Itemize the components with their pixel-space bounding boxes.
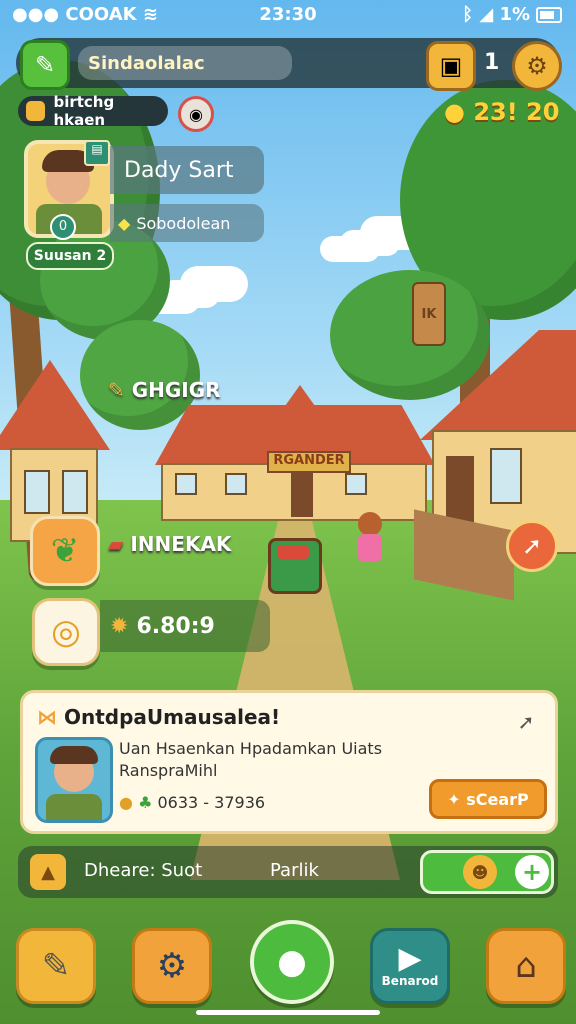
gear-icon[interactable]: ⚙ [512,41,562,91]
bluetooth-icon: ᛒ [462,4,474,25]
wrench-icon: ✎ [108,378,125,402]
gear-gold-icon: ✹ [110,613,129,639]
hanging-sign: IK [412,282,446,346]
shop-button[interactable]: ⌂ [486,928,566,1004]
gold-counter: ● 23! 20 [444,98,560,126]
claim-button[interactable]: ✦ sCearP [429,779,547,819]
level-pill: Suusan 2 [26,242,114,270]
map-marker-icon[interactable]: ➚ [506,520,558,572]
house-banner: RGANDER [267,451,351,473]
quest-label[interactable]: ▰ INNEKAK [108,532,231,556]
chest-icon[interactable]: ▣ [426,41,476,91]
play-icon: ▶ [398,941,422,976]
player-tag[interactable]: birtchg hkaen [18,93,168,129]
cloud [340,230,400,256]
sparkle-icon: ✦ [447,789,461,809]
arrow-icon[interactable]: ➚ [513,709,539,735]
bell-icon[interactable]: ▲ [30,854,66,890]
bow-icon: ⋈ [37,705,57,729]
wrench-icon[interactable]: ✎ [20,40,70,90]
notice-line1: Uan Hsaenkan Hpadamkan Uiats [119,739,383,758]
diamond-icon: ◆ [118,213,131,233]
tag-icon [26,101,46,121]
quick-right-label: Parlik [270,860,319,881]
play-button[interactable]: ▶ Benarod [370,928,450,1004]
coin-button[interactable]: ◎ [32,598,100,666]
avatar-level-badge: 0 [50,214,76,240]
compass-icon[interactable]: ◉ [178,96,214,132]
add-bar[interactable]: ☻ + [420,850,554,894]
player-name-panel: Dady Sart [110,146,264,194]
home-indicator [196,1010,380,1015]
tree-foliage [80,320,200,430]
player-subtitle-panel: ◆ Sobodolean [110,204,264,242]
notice-line2: RanspraMihl [119,761,218,780]
tree-foliage [330,270,490,400]
top-bar: ✎ Sindaolalac ▣ 1 ⚙ [16,38,562,91]
battery-icon [536,7,562,23]
pet-icon: ☻ [463,855,497,889]
green-vehicle[interactable] [268,538,322,594]
plant-button[interactable]: ❦ [30,516,100,586]
status-bar: ●●● COOAK ≋ 23:30 ᛒ ◢ 1% [0,0,576,30]
tools-button[interactable]: ✎ [16,928,96,1004]
villager-character[interactable] [352,512,388,564]
notice-value: ● ♣ 0633 - 37936 [119,793,266,812]
notice-title: ⋈ OntdpaUmausalea! [37,705,281,729]
avatar-badge: ▤ [84,140,110,166]
status-right: ᛒ ◢ 1% [462,4,562,25]
plus-icon[interactable]: + [515,855,549,889]
quick-bar: ▲ Dheare: Suot Parlik ☻ + [18,846,558,898]
battery-percent: 1% [499,4,530,25]
play-label: Benarod [381,974,439,988]
inventory-count: 1 [484,50,500,75]
coin-icon: ● [119,793,133,812]
chat-button[interactable]: ● [250,920,334,1004]
notice-avatar [35,737,113,823]
notice-card: ⋈ OntdpaUmausalea! ➚ Uan Hsaenkan Hpadam… [20,690,558,834]
search-field[interactable]: Sindaolalac [78,46,292,80]
quick-left-label: Dheare: Suot [84,860,203,881]
settings-button[interactable]: ⚙ [132,928,212,1004]
score-panel: ✹ 6.80:9 [100,600,270,652]
clover-icon: ♣ [138,793,153,812]
acorn-icon: ● [444,98,465,126]
sign-label[interactable]: ✎ GHGIGR [108,378,221,402]
signal-icon: ◢ [479,4,494,25]
flag-icon: ▰ [108,532,124,556]
